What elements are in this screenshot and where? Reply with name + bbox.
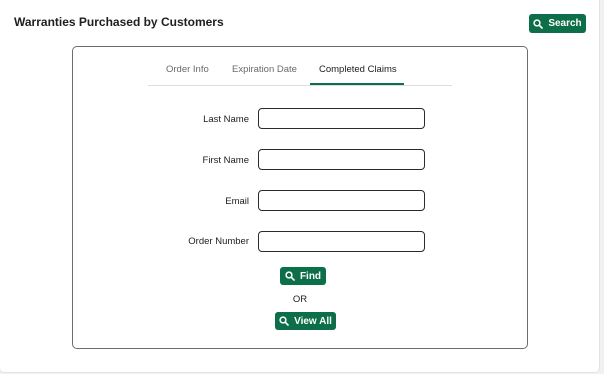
first-name-label: First Name	[202, 155, 249, 166]
tab-completed-claims[interactable]: Completed Claims	[319, 64, 397, 75]
tab-order-info[interactable]: Order Info	[166, 64, 209, 75]
find-button[interactable]: Find	[280, 267, 326, 285]
tab-expiration-date[interactable]: Expiration Date	[232, 64, 297, 75]
view-all-button-label: View All	[294, 315, 332, 327]
main-panel: Warranties Purchased by Customers Search…	[0, 0, 599, 372]
search-icon	[285, 271, 295, 281]
order-number-field[interactable]	[258, 231, 425, 252]
find-button-label: Find	[299, 270, 322, 282]
or-separator: OR	[292, 294, 308, 305]
email-field[interactable]	[258, 190, 425, 211]
search-icon	[279, 316, 289, 326]
search-button-label: Search	[548, 18, 582, 29]
page: Warranties Purchased by Customers Search…	[0, 0, 604, 374]
email-label: Email	[225, 196, 249, 207]
search-icon	[533, 18, 544, 29]
first-name-field[interactable]	[258, 149, 425, 170]
last-name-label: Last Name	[203, 114, 249, 125]
last-name-field[interactable]	[258, 108, 425, 129]
order-number-label: Order Number	[188, 236, 249, 247]
active-tab-indicator	[310, 83, 404, 85]
view-all-button[interactable]: View All	[275, 312, 336, 330]
search-button[interactable]: Search	[529, 14, 586, 33]
page-title: Warranties Purchased by Customers	[14, 15, 224, 29]
